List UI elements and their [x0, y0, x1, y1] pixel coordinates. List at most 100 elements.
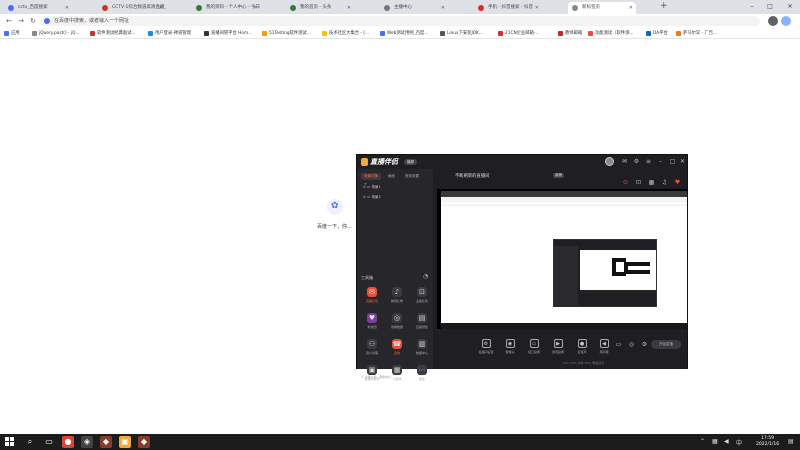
close-tab-icon[interactable]: ✕	[441, 2, 445, 14]
task-view-icon[interactable]: ▭	[43, 436, 55, 448]
layout-icon[interactable]: ⚙	[641, 341, 648, 348]
bottom-toolbar-button[interactable]: ● 麦克风	[571, 339, 593, 354]
bottom-toolbar-button[interactable]: ◀ 扬声器	[593, 339, 615, 354]
bookmark-item[interactable]: DA平台	[646, 29, 668, 38]
orientation-toggle[interactable]: 横屏	[404, 159, 417, 165]
bell-icon[interactable]: ♫	[661, 179, 668, 186]
ime-icon[interactable]: 中	[736, 438, 742, 447]
bottom-toolbar-button[interactable]: ▶ 游戏投屏	[547, 339, 569, 354]
tool-button[interactable]: ☎ 连线	[386, 339, 408, 359]
close-tab-icon[interactable]: ✕	[65, 2, 69, 14]
bookmark-item[interactable]: 软件测试经典面试...	[90, 29, 135, 38]
streamer-avatar[interactable]	[605, 157, 614, 166]
tool-button[interactable]: ▥ 数据中心	[411, 339, 433, 359]
record-icon[interactable]: ⊙	[622, 179, 629, 186]
scene-item[interactable]: ⊙ ▭ 场景2	[363, 195, 381, 200]
grid-icon[interactable]: ▦	[648, 179, 655, 186]
bottom-button-label: 扬声器	[599, 350, 609, 354]
app-maximize-icon[interactable]: □	[669, 158, 676, 165]
app-close-icon[interactable]: ✕	[679, 158, 686, 165]
bookmark-item[interactable]: 技术社区大集合 - [...	[322, 29, 369, 38]
bookmark-item[interactable]: 教师邮箱	[558, 29, 582, 38]
bookmark-item[interactable]: Web测试用例_百度...	[380, 29, 428, 38]
browser-tab[interactable]: 主播中心 ✕	[380, 2, 448, 14]
tab-picture[interactable]: 画面	[385, 173, 398, 180]
minimize-button[interactable]: –	[744, 0, 760, 14]
new-tab-button[interactable]: +	[660, 1, 668, 11]
live-companion-icon[interactable]: ▣	[119, 436, 131, 448]
back-arrow-icon[interactable]: ←	[4, 14, 14, 28]
address-bar[interactable]: 在百度中搜索，或者输入一个网址	[40, 16, 760, 26]
tab-scene[interactable]: 场景切换	[361, 173, 381, 180]
tool-button[interactable]: ◎ 观看数据	[386, 313, 408, 333]
notification-icon[interactable]: ▤	[788, 438, 794, 445]
bookmark-item[interactable]: 21CN企业邮箱-...	[498, 29, 540, 38]
toolbox-settings-icon[interactable]: ◔	[423, 273, 428, 280]
gift-icon[interactable]: ♥	[674, 179, 681, 186]
bookmark-item[interactable]: 功能测试（软件测...	[588, 29, 633, 38]
volume-icon[interactable]: ◀	[724, 438, 729, 445]
profile-avatar[interactable]	[781, 16, 791, 26]
edit-room-button[interactable]: 编辑	[553, 173, 564, 178]
tool-button[interactable]: ⋯ 更多	[411, 365, 433, 385]
menu-icon[interactable]: ≡	[645, 158, 652, 165]
bookmark-item[interactable]: 51Testing软件测试...	[262, 29, 311, 38]
bookmark-item[interactable]: jQuery.post() - jQ...	[32, 29, 80, 38]
bookmark-item[interactable]: 用户登录-禅道管理	[148, 29, 191, 38]
more-options-icon[interactable]: ◎	[628, 341, 635, 348]
tool-label: 连线	[393, 351, 400, 355]
tool-button[interactable]: ♥ 粉丝团	[361, 313, 383, 333]
bookmark-item[interactable]: 应用	[4, 29, 20, 38]
chrome-icon[interactable]: ●	[62, 436, 74, 448]
app-minimize-icon[interactable]: –	[657, 158, 664, 165]
app2-icon[interactable]: ◆	[138, 436, 150, 448]
browser-tab[interactable]: 我的首页 - 头条 ✕	[286, 2, 354, 14]
tray-chevron-icon[interactable]: ⌃	[700, 438, 705, 445]
close-tab-icon[interactable]: ✕	[629, 2, 633, 14]
tool-button[interactable]: ♪ 弹幕礼物	[386, 287, 408, 307]
stream-preview[interactable]	[437, 189, 687, 329]
close-window-button[interactable]: ✕	[782, 0, 798, 14]
bookmark-item[interactable]: 直播间管平台 Hom...	[204, 29, 252, 38]
scene-item[interactable]: ⊙ ▭ 场景1	[363, 185, 381, 190]
browser-tab[interactable]: 手机 - 抖音搜索 - 抖音 ✕	[474, 2, 542, 14]
forward-arrow-icon[interactable]: →	[16, 14, 26, 28]
browser-tab[interactable]: CCTV-1综合频道高清直播_C...✕	[98, 2, 166, 14]
browser-tab[interactable]: 新标签页 ✕	[568, 2, 636, 14]
reload-icon[interactable]: ↻	[28, 14, 38, 28]
windows-start-icon[interactable]	[5, 437, 14, 446]
settings-icon[interactable]: ⚙	[633, 158, 640, 165]
tool-button[interactable]: ▤ 直播预告	[411, 313, 433, 333]
tab-audio[interactable]: 音效设置	[402, 173, 422, 180]
close-tab-icon[interactable]: ✕	[535, 2, 539, 14]
tool-button[interactable]: ⚇ 观众管理	[361, 339, 383, 359]
sidebar-footer-links[interactable]: ☰ 主播公约 · 帮助中心	[361, 375, 392, 379]
tool-button[interactable]: ⊡ 主播任务	[411, 287, 433, 307]
tool-button[interactable]: ✉ 直播红包	[361, 287, 383, 307]
camera-toggle-icon[interactable]: ▭	[615, 341, 622, 348]
extensions-icon[interactable]	[768, 16, 778, 26]
start-live-button[interactable]: 开始直播	[651, 340, 681, 349]
baidu-paw-icon[interactable]: ✿	[327, 199, 343, 215]
close-tab-icon[interactable]: ✕	[347, 2, 351, 14]
bottom-toolbar-button[interactable]: ◉ 摄像头	[499, 339, 521, 354]
maximize-button[interactable]: □	[762, 0, 778, 14]
bookmark-item[interactable]: 萨马尔罕 - 广告...	[676, 29, 717, 38]
taskbar-clock[interactable]: 17:59 2022/1/16	[756, 436, 779, 448]
browser-tab[interactable]: 我的资料 - 个人中心 - 今日... ✕	[192, 2, 260, 14]
bottom-button-icon: ⚙	[481, 339, 491, 348]
network-icon[interactable]: ▦	[712, 438, 718, 445]
message-icon[interactable]: ✉	[621, 158, 628, 165]
bookmark-label: 技术社区大集合 - [...	[329, 31, 370, 36]
search-icon[interactable]: ⌕	[24, 436, 36, 448]
bookmark-item[interactable]: Linux下安装JDK...	[440, 29, 483, 38]
lock-icon[interactable]: ⊡	[635, 179, 642, 186]
close-tab-icon[interactable]: ✕	[159, 2, 163, 14]
game-icon[interactable]: ◈	[81, 436, 93, 448]
bottom-toolbar-button[interactable]: ▭ 窗口投屏	[523, 339, 545, 354]
close-tab-icon[interactable]: ✕	[253, 2, 257, 14]
app-icon[interactable]: ◆	[100, 436, 112, 448]
baidu-shortcut-label[interactable]: 百度一下，你...	[317, 223, 352, 230]
bottom-toolbar-button[interactable]: ⚙ 直播间设置	[475, 339, 497, 354]
browser-tab[interactable]: cctv_百度搜索 ✕	[4, 2, 72, 14]
